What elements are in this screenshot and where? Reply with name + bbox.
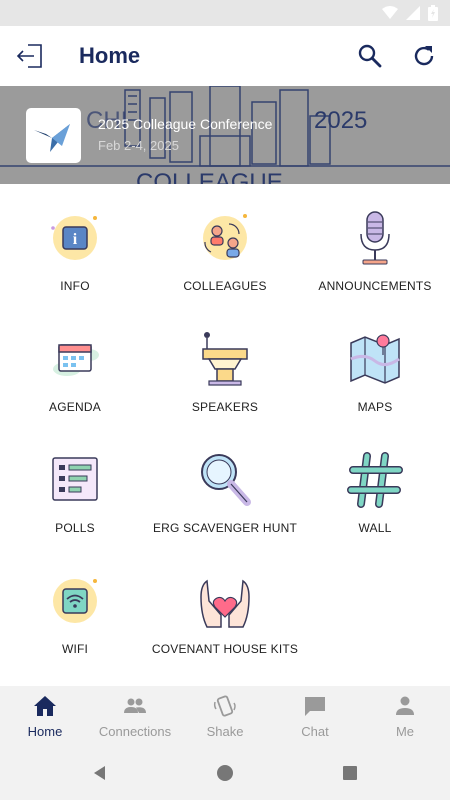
people-icon — [124, 698, 146, 713]
cell-signal-icon — [406, 6, 420, 20]
tile-covenant-house-kits[interactable]: COVENANT HOUSE KITS — [150, 547, 300, 668]
app-bar: Home — [0, 26, 450, 86]
exit-icon[interactable] — [14, 40, 46, 72]
event-title: 2025 Colleague Conference — [98, 116, 273, 132]
chat-icon — [305, 697, 325, 716]
person-icon — [396, 696, 414, 715]
home-icon — [34, 696, 56, 716]
wifi-icon — [53, 579, 97, 623]
hands-heart-icon — [200, 579, 250, 628]
back-triangle-icon[interactable] — [90, 763, 110, 783]
tile-agenda[interactable]: AGENDA — [0, 305, 150, 426]
refresh-icon[interactable] — [410, 42, 438, 70]
calendar-icon — [53, 344, 99, 376]
tile-wifi[interactable]: WIFI — [0, 547, 150, 668]
nav-shake[interactable]: Shake — [180, 686, 270, 746]
magnifier-icon — [201, 454, 251, 506]
podium-icon — [202, 332, 248, 386]
home-circle-icon[interactable] — [215, 763, 235, 783]
banner-year: 2025 — [314, 107, 367, 134]
tile-label: INFO — [60, 279, 90, 293]
shake-phone-icon — [213, 695, 236, 717]
nav-connections[interactable]: Connections — [90, 686, 180, 746]
colleagues-icon — [203, 214, 247, 260]
battery-icon — [428, 5, 438, 21]
poll-icon — [52, 457, 98, 501]
origami-bird-icon — [34, 124, 70, 152]
wifi-signal-icon — [382, 6, 398, 19]
event-banner[interactable]: CHI 2025 COLLEAGUE 2025 Colleague Confer… — [0, 86, 450, 184]
tile-label: COVENANT HOUSE KITS — [151, 642, 299, 656]
nav-chat[interactable]: Chat — [270, 686, 360, 746]
search-icon[interactable] — [356, 42, 384, 70]
tile-label: AGENDA — [49, 400, 101, 414]
svg-text:i: i — [73, 231, 78, 248]
tile-label: MAPS — [357, 400, 393, 414]
info-icon: i — [51, 216, 97, 260]
nav-me[interactable]: Me — [360, 686, 450, 746]
recents-square-icon[interactable] — [340, 763, 360, 783]
tile-info[interactable]: i INFO — [0, 184, 150, 305]
status-icons — [382, 5, 438, 21]
tile-maps[interactable]: MAPS — [300, 305, 450, 426]
event-logo — [26, 108, 81, 163]
banner-word: COLLEAGUE — [136, 169, 283, 184]
map-icon — [350, 334, 400, 384]
tile-label: ANNOUNCEMENTS — [318, 279, 432, 293]
status-bar — [0, 0, 450, 26]
tile-erg-scavenger-hunt[interactable]: ERG SCAVENGER HUNT — [150, 426, 300, 547]
tile-polls[interactable]: POLLS — [0, 426, 150, 547]
nav-label: Home — [27, 724, 63, 739]
tile-label: POLLS — [55, 521, 95, 535]
tile-wall[interactable]: WALL — [300, 426, 450, 547]
tile-label: ERG SCAVENGER HUNT — [152, 521, 298, 535]
nav-label: Connections — [98, 724, 172, 739]
tile-label: SPEAKERS — [191, 400, 259, 414]
nav-label: Shake — [206, 724, 244, 739]
event-date: Feb 2-4, 2025 — [98, 138, 179, 153]
hashtag-icon — [347, 452, 403, 508]
feature-grid: i INFO COLLEAGUES ANNOUNCEMENTS AGENDA S… — [0, 184, 450, 686]
nav-label: Chat — [301, 724, 329, 739]
tile-speakers[interactable]: SPEAKERS — [150, 305, 300, 426]
microphone-icon — [360, 211, 390, 265]
tile-label: WIFI — [61, 642, 89, 656]
system-nav-bar — [0, 746, 450, 800]
tile-colleagues[interactable]: COLLEAGUES — [150, 184, 300, 305]
tile-announcements[interactable]: ANNOUNCEMENTS — [300, 184, 450, 305]
nav-home[interactable]: Home — [0, 686, 90, 746]
bottom-nav: Home Connections Shake Chat Me — [0, 686, 450, 746]
nav-label: Me — [395, 724, 415, 739]
tile-label: WALL — [358, 521, 392, 535]
tile-label: COLLEAGUES — [183, 279, 267, 293]
page-title: Home — [79, 43, 141, 68]
